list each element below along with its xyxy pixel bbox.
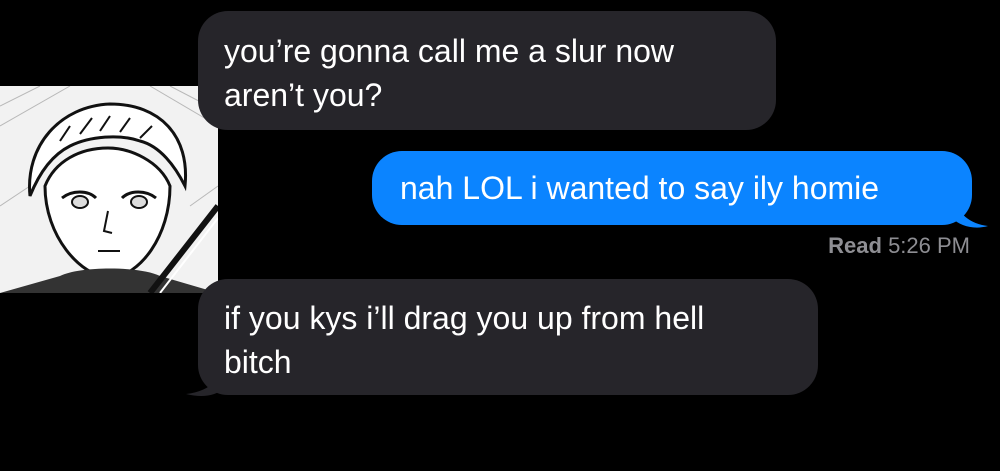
incoming-message-bubble[interactable]: you’re gonna call me a slur now aren’t y… (198, 11, 776, 130)
read-time: 5:26 PM (888, 233, 970, 258)
outgoing-bubble-tail (952, 196, 988, 228)
read-label: Read (828, 233, 882, 258)
message-text-line: you’re gonna call me a slur now (224, 33, 675, 69)
message-text-line: bitch (224, 344, 292, 380)
incoming-bubble-tail (186, 368, 224, 396)
message-text-line: nah LOL i wanted to say ily homie (400, 170, 880, 206)
incoming-message-bubble[interactable]: if you kys i’ll drag you up from hell bi… (198, 279, 818, 395)
read-receipt: Read 5:26 PM (828, 233, 970, 259)
message-text-line: if you kys i’ll drag you up from hell (224, 300, 705, 336)
contact-avatar-image (0, 86, 218, 293)
outgoing-message-bubble[interactable]: nah LOL i wanted to say ily homie (372, 151, 972, 225)
message-text-line: aren’t you? (224, 77, 383, 113)
